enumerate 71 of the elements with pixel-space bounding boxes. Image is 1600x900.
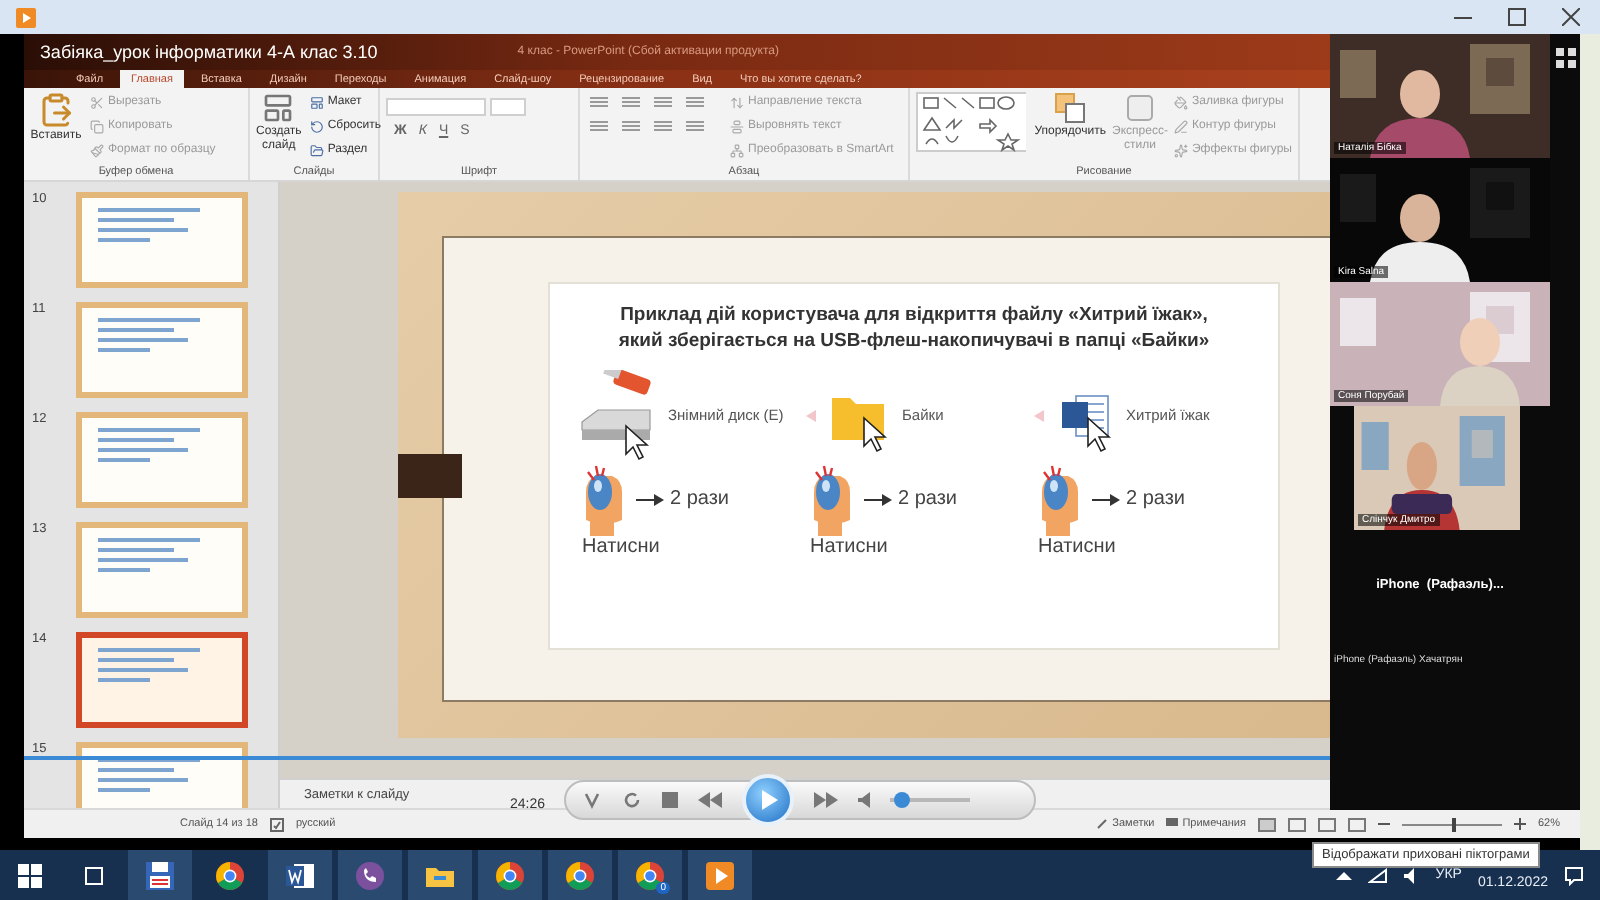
font-size-field[interactable] bbox=[490, 98, 526, 116]
browser-icon bbox=[564, 859, 596, 891]
comment-icon bbox=[1166, 818, 1179, 830]
stop-icon bbox=[662, 792, 678, 808]
rewind-icon bbox=[698, 792, 722, 808]
slide-thumbnail[interactable] bbox=[76, 302, 248, 398]
window-title: Забіяка_урок інформатики 4-А клас 3.10 bbox=[40, 42, 378, 62]
loop-icon bbox=[582, 790, 602, 810]
arrow-icon bbox=[1034, 409, 1050, 422]
browser-icon bbox=[494, 859, 526, 891]
close-icon[interactable] bbox=[1562, 8, 1580, 26]
slide-thumbnail[interactable] bbox=[76, 632, 248, 728]
taskbar-app[interactable] bbox=[268, 850, 332, 900]
spellcheck-icon[interactable] bbox=[269, 817, 284, 831]
font-name-field[interactable] bbox=[386, 98, 486, 116]
slide-thumbnail[interactable] bbox=[76, 522, 248, 618]
action-label: Натисни bbox=[1036, 535, 1118, 558]
arrow-icon bbox=[1092, 493, 1120, 506]
scissors-icon bbox=[90, 95, 104, 109]
notes-icon bbox=[1096, 818, 1109, 830]
shapes-gallery-drawing[interactable] bbox=[916, 92, 1027, 152]
media-player-icon bbox=[704, 859, 736, 891]
windows-icon bbox=[18, 863, 42, 887]
folder-icon bbox=[309, 143, 324, 157]
taskbar-app[interactable] bbox=[128, 850, 192, 900]
arrow-icon bbox=[806, 409, 822, 422]
maximize-icon[interactable] bbox=[1508, 8, 1526, 26]
slide-heading: Приклад дій користувача для відкриття файлу «Хитрий їжак», який зберігається на USB-флеш-накопичувачі в папці «Байки» bbox=[618, 304, 1210, 356]
zoom-in-icon[interactable] bbox=[1513, 818, 1526, 830]
wifi-icon[interactable] bbox=[1367, 867, 1388, 883]
arrow-icon bbox=[864, 493, 892, 506]
slide-thumbnail[interactable] bbox=[76, 412, 248, 508]
diagram-icon bbox=[730, 143, 744, 157]
click-count: 2 рази bbox=[898, 488, 958, 511]
notification-icon[interactable] bbox=[1564, 865, 1584, 885]
player-icon bbox=[16, 7, 36, 27]
slide-thumbnail[interactable] bbox=[76, 192, 248, 288]
brush-icon bbox=[90, 143, 104, 157]
browser-icon bbox=[214, 859, 246, 891]
loop-button[interactable] bbox=[582, 790, 602, 810]
word-icon bbox=[284, 859, 316, 891]
action-label: Натисни bbox=[808, 535, 890, 558]
click-count: 2 рази bbox=[670, 488, 730, 511]
repeat-button[interactable] bbox=[622, 790, 642, 810]
rewind-button[interactable] bbox=[698, 792, 722, 808]
click-count: 2 рази bbox=[1126, 488, 1186, 511]
task-view-icon bbox=[84, 865, 104, 885]
action-label: Натисни bbox=[580, 535, 662, 558]
viber-icon bbox=[354, 859, 386, 891]
pen-icon bbox=[1173, 119, 1188, 133]
taskbar-app[interactable] bbox=[548, 850, 612, 900]
paste-icon bbox=[38, 92, 74, 128]
layout-grid-icon[interactable] bbox=[1555, 48, 1575, 68]
copy-icon bbox=[90, 119, 104, 133]
forward-button[interactable] bbox=[814, 792, 838, 808]
layout-icon bbox=[309, 95, 324, 109]
arrow-icon bbox=[636, 493, 664, 506]
zoom-out-icon[interactable] bbox=[1377, 818, 1390, 830]
fill-icon bbox=[1173, 95, 1188, 109]
sparkle-icon bbox=[1173, 143, 1188, 157]
taskbar-app[interactable] bbox=[688, 850, 752, 900]
refresh-icon bbox=[622, 790, 642, 810]
new-slide-icon bbox=[262, 92, 295, 124]
fast-forward-icon bbox=[814, 792, 838, 808]
taskbar-app[interactable] bbox=[408, 850, 472, 900]
taskbar-app[interactable] bbox=[478, 850, 542, 900]
align-icon bbox=[730, 119, 744, 133]
browser-icon bbox=[634, 859, 666, 891]
reset-icon bbox=[309, 119, 324, 133]
text-direction-icon bbox=[730, 95, 744, 109]
floppy-icon bbox=[144, 859, 176, 891]
